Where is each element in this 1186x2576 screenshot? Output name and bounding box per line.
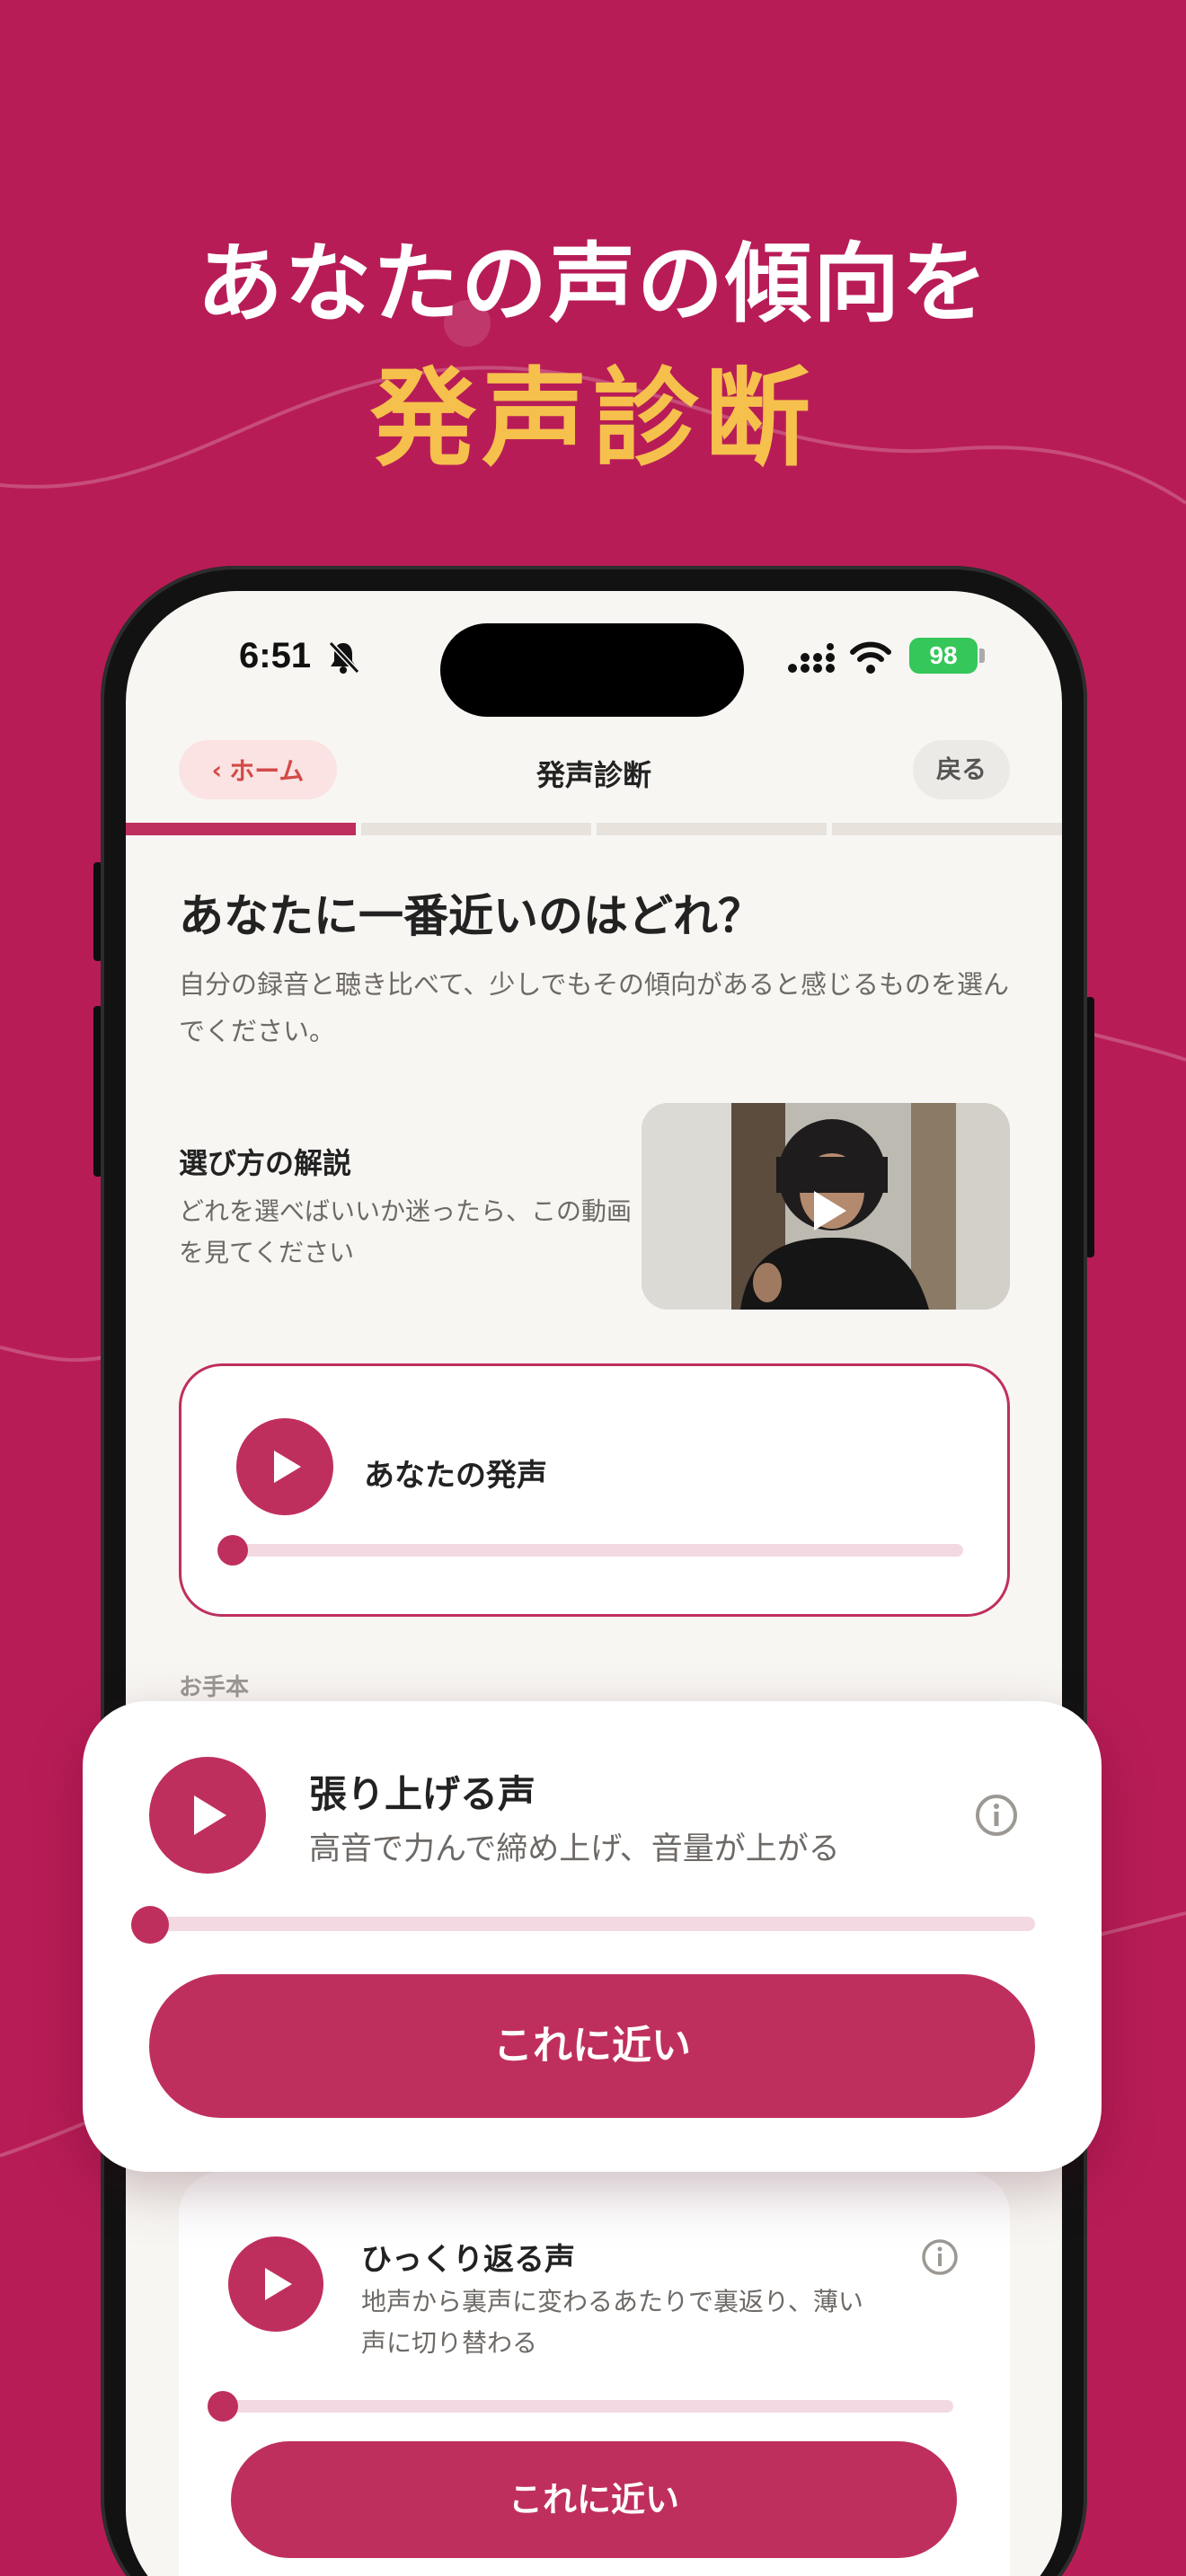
option-title: ひっくり返る声 xyxy=(361,2242,575,2278)
guide-title: 選び方の解説 xyxy=(179,1146,352,1180)
option-seek-bar[interactable] xyxy=(149,1917,1035,1931)
question-subtitle: 自分の録音と聴き比べて、少しでもその傾向があると感じるものを選んでください。 xyxy=(179,969,1009,1046)
progress-segment xyxy=(832,823,1062,835)
play-icon xyxy=(814,1191,846,1231)
app-screen: 6:51 98 ‹ ホーム 発声診断 戻る あなたに一番近いのはどれ？ 自分の録… xyxy=(126,591,1062,2576)
status-time: 6:51 xyxy=(239,636,312,675)
samples-section-label: お手本 xyxy=(179,1674,250,1701)
progress-segment xyxy=(361,823,591,835)
back-button[interactable]: 戻る xyxy=(913,740,1010,799)
option-seek-handle[interactable] xyxy=(208,2391,238,2422)
option-play-button[interactable] xyxy=(149,1757,266,1874)
option-description: 地声から裏声に変わるあたりで裏返り、薄い声に切り替わる xyxy=(361,2287,863,2358)
option-seek-bar[interactable] xyxy=(218,2400,953,2413)
option-description: 高音で力んで締め上げ、音量が上がる xyxy=(309,1831,840,1867)
battery-tip xyxy=(979,648,985,663)
signal-icon xyxy=(788,643,835,673)
your-voice-seek-bar[interactable] xyxy=(228,1544,963,1557)
guide-video-thumbnail[interactable] xyxy=(642,1103,1010,1310)
question-title: あなたに一番近いのはどれ？ xyxy=(179,890,763,942)
option-seek-handle[interactable] xyxy=(131,1906,169,1944)
option-title: 張り上げる声 xyxy=(309,1772,536,1816)
progress-segment xyxy=(126,823,356,835)
your-voice-seek-handle[interactable] xyxy=(217,1535,248,1566)
choose-this-button[interactable]: これに近い xyxy=(149,1974,1035,2118)
play-icon xyxy=(265,2268,292,2300)
your-voice-card: あなたの発声 xyxy=(179,1363,1010,1617)
option-play-button[interactable] xyxy=(228,2236,323,2332)
dynamic-island xyxy=(440,623,744,717)
bell-slash-icon xyxy=(328,640,360,675)
info-icon[interactable] xyxy=(921,2238,959,2276)
step-progress xyxy=(126,823,1062,835)
option-card-strained-voice: 張り上げる声 高音で力んで締め上げ、音量が上がる これに近い xyxy=(83,1701,1102,2172)
headline-line2: 発声診断 xyxy=(369,357,816,481)
guide-text: どれを選べばいいか迷ったら、この動画を見てください xyxy=(179,1196,633,1267)
wifi-icon xyxy=(850,641,891,674)
your-voice-play-button[interactable] xyxy=(236,1418,333,1515)
choose-this-button[interactable]: これに近い xyxy=(231,2441,957,2558)
your-voice-label: あなたの発声 xyxy=(364,1458,547,1494)
option-card-flip-voice: ひっくり返る声 地声から裏声に変わるあたりで裏返り、薄い声に切り替わる これに近… xyxy=(179,2172,1010,2576)
progress-segment xyxy=(597,823,827,835)
info-icon[interactable] xyxy=(974,1793,1019,1838)
headline-line1: あなたの声の傾向を xyxy=(197,234,989,334)
play-icon xyxy=(274,1451,301,1483)
play-icon xyxy=(194,1795,226,1835)
battery-icon: 98 xyxy=(909,638,978,674)
